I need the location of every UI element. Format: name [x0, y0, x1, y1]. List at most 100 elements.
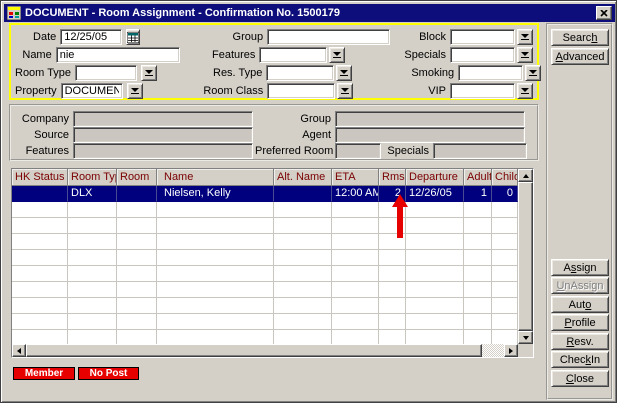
table-empty-row	[12, 234, 518, 250]
auto-button[interactable]: Auto	[551, 296, 609, 313]
table-cell	[12, 314, 68, 330]
assign-button[interactable]: Assign	[551, 259, 609, 276]
name-label: Name	[15, 49, 52, 61]
check-in-button[interactable]: Check In	[551, 351, 609, 368]
table-cell: Nielsen, Kelly	[157, 186, 274, 202]
room-class-dropdown-icon[interactable]	[337, 83, 353, 99]
horizontal-scrollbar-thumb[interactable]	[26, 344, 482, 357]
block-dropdown-icon[interactable]	[517, 29, 533, 45]
search-criteria-panel: Date Group Block Name Features Specials	[9, 23, 539, 100]
vertical-scrollbar-thumb[interactable]	[518, 182, 533, 331]
scroll-down-icon[interactable]	[518, 331, 533, 344]
table-row[interactable]: DLXNielsen, Kelly12:00 AM212/26/0510	[12, 186, 518, 202]
column-header-rms: Rms	[379, 169, 406, 186]
table-cell	[406, 314, 464, 330]
date-label: Date	[15, 31, 56, 43]
vip-label: VIP	[412, 85, 446, 97]
advanced-button[interactable]: Advanced	[551, 48, 609, 65]
name-input[interactable]	[56, 47, 180, 63]
table-cell	[117, 266, 157, 282]
features-dropdown-icon[interactable]	[329, 47, 345, 63]
property-dropdown-icon[interactable]	[127, 83, 143, 99]
table-cell	[117, 202, 157, 218]
property-input[interactable]	[61, 83, 123, 99]
search-button[interactable]: Search	[551, 29, 609, 46]
table-cell	[464, 314, 492, 330]
table-cell	[464, 330, 492, 344]
table-cell	[406, 202, 464, 218]
res-type-dropdown-icon[interactable]	[336, 65, 352, 81]
room-class-label: Room Class	[199, 85, 264, 97]
table-body: DLXNielsen, Kelly12:00 AM212/26/0510	[12, 186, 518, 344]
group-input[interactable]	[267, 29, 390, 45]
table-cell	[332, 250, 379, 266]
table-empty-row	[12, 282, 518, 298]
table-cell	[68, 314, 117, 330]
column-header-departure: Departure	[406, 169, 464, 186]
table-cell	[406, 298, 464, 314]
table-cell	[379, 314, 406, 330]
block-input[interactable]	[450, 29, 515, 45]
table-empty-row	[12, 298, 518, 314]
table-cell	[12, 250, 68, 266]
resv-button[interactable]: Resv.	[551, 333, 609, 350]
smoking-input[interactable]	[458, 65, 523, 81]
table-cell	[157, 218, 274, 234]
scroll-left-icon[interactable]	[12, 344, 26, 357]
room-type-input[interactable]	[75, 65, 137, 81]
calendar-button[interactable]	[126, 29, 140, 45]
group-label: Group	[198, 31, 263, 43]
table-cell	[332, 266, 379, 282]
info-specials-label: Specials	[385, 145, 429, 157]
table-cell	[157, 266, 274, 282]
specials-dropdown-icon[interactable]	[517, 47, 533, 63]
table-cell	[332, 234, 379, 250]
agent-field	[335, 127, 525, 143]
table-cell	[157, 314, 274, 330]
vip-dropdown-icon[interactable]	[517, 83, 533, 99]
table-cell	[68, 298, 117, 314]
table-cell	[274, 202, 332, 218]
table-cell	[492, 282, 518, 298]
date-input[interactable]	[60, 29, 122, 45]
room-class-input[interactable]	[267, 83, 335, 99]
preferred-room-label: Preferred Room	[255, 145, 331, 157]
title-bar[interactable]: DOCUMENT - Room Assignment - Confirmatio…	[4, 4, 615, 22]
close-button[interactable]: Close	[551, 370, 609, 387]
table-cell	[12, 266, 68, 282]
table-cell	[332, 298, 379, 314]
specials-input[interactable]	[450, 47, 515, 63]
res-type-input[interactable]	[266, 65, 334, 81]
vertical-scrollbar[interactable]	[518, 169, 533, 344]
smoking-dropdown-icon[interactable]	[525, 65, 541, 81]
table-cell	[117, 330, 157, 344]
table-cell	[379, 298, 406, 314]
table-cell	[68, 234, 117, 250]
block-label: Block	[412, 31, 446, 43]
table-cell	[406, 282, 464, 298]
profile-button[interactable]: Profile	[551, 314, 609, 331]
table-empty-row	[12, 202, 518, 218]
side-button-panel: Search Advanced Assign UnAssign Auto Pro…	[546, 23, 613, 400]
features-input[interactable]	[259, 47, 327, 63]
table-cell	[274, 234, 332, 250]
table-cell	[117, 314, 157, 330]
table-cell	[157, 202, 274, 218]
column-header-eta: ETA	[332, 169, 379, 186]
agent-label: Agent	[255, 129, 331, 141]
table-cell	[274, 314, 332, 330]
table-cell	[12, 298, 68, 314]
scroll-right-icon[interactable]	[504, 344, 518, 357]
column-header-alt-name: Alt. Name	[274, 169, 332, 186]
close-icon[interactable]	[596, 6, 612, 20]
table-cell	[379, 282, 406, 298]
vip-input[interactable]	[450, 83, 515, 99]
source-label: Source	[13, 129, 69, 141]
room-type-dropdown-icon[interactable]	[141, 65, 157, 81]
scroll-up-icon[interactable]	[518, 169, 533, 182]
table-cell	[406, 330, 464, 344]
smoking-label: Smoking	[411, 67, 454, 79]
table-cell	[492, 266, 518, 282]
table-cell	[464, 298, 492, 314]
horizontal-scrollbar[interactable]	[12, 344, 518, 357]
